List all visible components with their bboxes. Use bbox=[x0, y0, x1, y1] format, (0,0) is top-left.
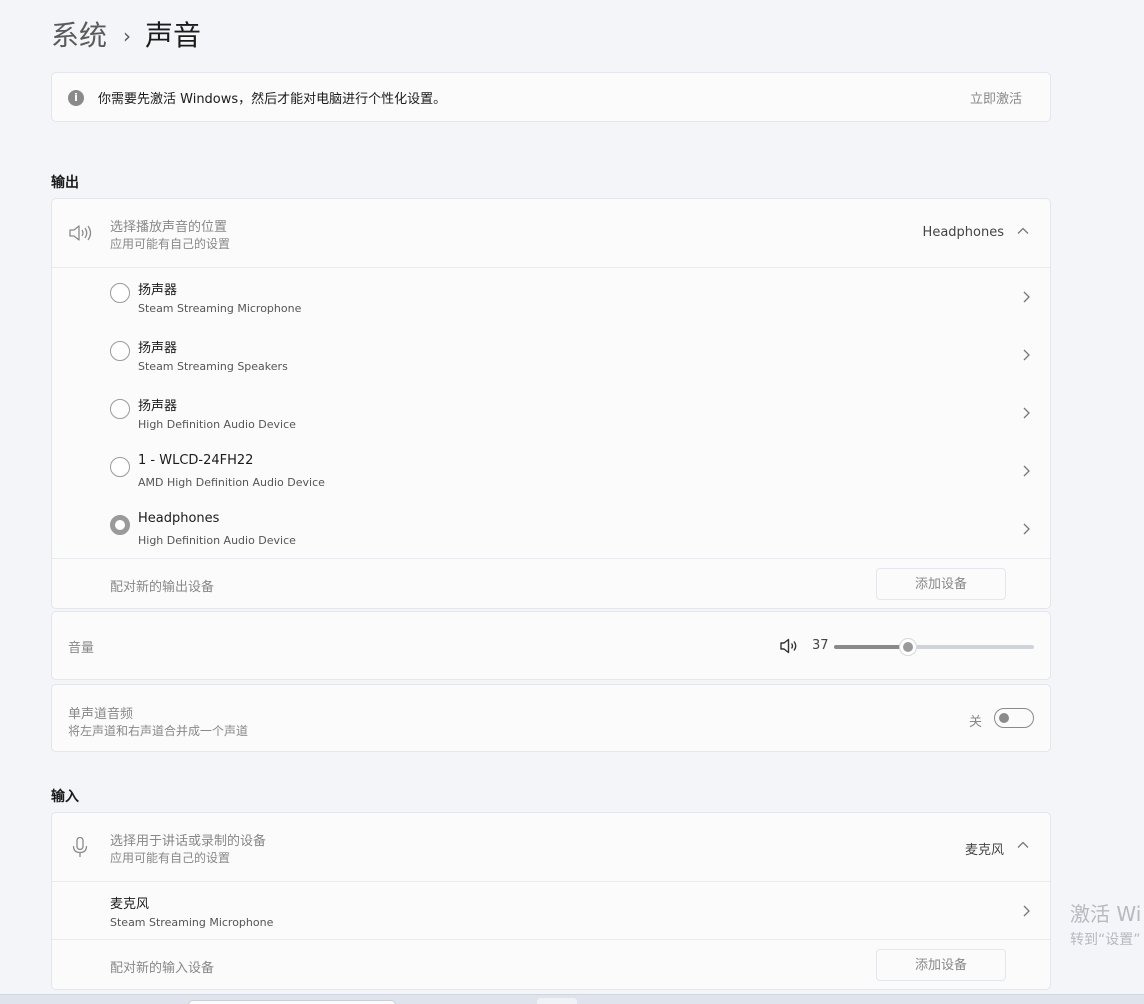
input-selected-device: 麦克风 bbox=[964, 843, 1004, 858]
mono-audio-toggle[interactable] bbox=[994, 708, 1034, 728]
watermark-line1: 激活 Wi bbox=[1070, 902, 1142, 926]
add-input-device-button[interactable]: 添加设备 bbox=[876, 949, 1006, 981]
input-header-title: 选择用于讲话或录制的设备 bbox=[110, 834, 267, 849]
volume-slider-fill bbox=[834, 645, 908, 649]
output-device-item[interactable]: 扬声器 High Definition Audio Device bbox=[52, 384, 1050, 442]
taskbar-search[interactable] bbox=[188, 1000, 396, 1004]
volume-label: 音量 bbox=[68, 641, 95, 656]
mono-audio-title: 单声道音频 bbox=[68, 707, 134, 722]
device-radio[interactable] bbox=[110, 457, 130, 477]
device-name: Headphones bbox=[138, 511, 220, 526]
device-radio[interactable] bbox=[110, 341, 130, 361]
device-radio[interactable] bbox=[110, 399, 130, 419]
toggle-knob bbox=[999, 713, 1009, 723]
output-selected-device: Headphones bbox=[922, 225, 1004, 240]
output-device-header[interactable]: 选择播放声音的位置 应用可能有自己的设置 Headphones bbox=[52, 199, 1050, 267]
volume-slider-thumb[interactable] bbox=[899, 638, 917, 656]
chevron-right-icon[interactable] bbox=[1020, 464, 1032, 478]
chevron-right-icon[interactable] bbox=[1020, 406, 1032, 420]
output-device-card: 选择播放声音的位置 应用可能有自己的设置 Headphones 扬声器 Stea… bbox=[51, 198, 1051, 609]
chevron-up-icon[interactable] bbox=[1016, 838, 1030, 852]
speaker-icon bbox=[69, 225, 92, 241]
pair-input-label: 配对新的输入设备 bbox=[110, 961, 215, 976]
activation-watermark: 激活 Wi 转到“设置” bbox=[1070, 898, 1141, 949]
input-device-header[interactable]: 选择用于讲话或录制的设备 应用可能有自己的设置 麦克风 bbox=[52, 813, 1050, 881]
device-radio[interactable] bbox=[110, 283, 130, 303]
volume-slider[interactable] bbox=[834, 638, 1034, 656]
output-header-subtitle: 应用可能有自己的设置 bbox=[110, 237, 231, 251]
volume-icon[interactable] bbox=[779, 636, 799, 656]
output-device-item[interactable]: 扬声器 Steam Streaming Microphone bbox=[52, 268, 1050, 326]
chevron-right-icon[interactable] bbox=[1020, 290, 1032, 304]
device-name: 1 - WLCD-24FH22 bbox=[138, 453, 254, 468]
chevron-right-icon[interactable] bbox=[1020, 904, 1032, 918]
chevron-up-icon[interactable] bbox=[1016, 224, 1030, 238]
breadcrumb-separator: › bbox=[123, 24, 132, 48]
breadcrumb: 系统 › 声音 bbox=[51, 16, 201, 56]
device-name: 扬声器 bbox=[138, 341, 178, 356]
output-device-item[interactable]: 扬声器 Steam Streaming Speakers bbox=[52, 326, 1050, 384]
breadcrumb-system[interactable]: 系统 bbox=[51, 16, 107, 56]
mono-audio-state: 关 bbox=[968, 715, 982, 730]
device-radio-selected[interactable] bbox=[110, 515, 130, 535]
page-title: 声音 bbox=[145, 19, 202, 52]
output-device-list: 扬声器 Steam Streaming Microphone 扬声器 Steam… bbox=[52, 267, 1050, 558]
volume-value: 37 bbox=[812, 638, 829, 653]
device-name: 扬声器 bbox=[138, 283, 178, 298]
activation-message: 你需要先激活 Windows，然后才能对电脑进行个性化设置。 bbox=[98, 92, 447, 107]
input-device-card: 选择用于讲话或录制的设备 应用可能有自己的设置 麦克风 麦克风 Steam St… bbox=[51, 812, 1051, 990]
chevron-right-icon[interactable] bbox=[1020, 522, 1032, 536]
device-name: 扬声器 bbox=[138, 399, 178, 414]
info-icon: i bbox=[68, 90, 84, 106]
input-section-title: 输入 bbox=[51, 789, 79, 805]
add-output-device-button[interactable]: 添加设备 bbox=[876, 568, 1006, 600]
watermark-line2: 转到“设置” bbox=[1070, 932, 1141, 948]
activation-banner: i 你需要先激活 Windows，然后才能对电脑进行个性化设置。 立即激活 bbox=[51, 72, 1051, 122]
device-description: Steam Streaming Microphone bbox=[138, 302, 302, 315]
device-description: High Definition Audio Device bbox=[138, 418, 296, 431]
input-device-item[interactable]: 麦克风 Steam Streaming Microphone bbox=[52, 881, 1050, 939]
pair-output-row: 配对新的输出设备 添加设备 bbox=[52, 558, 1050, 608]
output-section-title: 输出 bbox=[51, 175, 79, 191]
device-description: Steam Streaming Speakers bbox=[138, 360, 288, 373]
pair-input-row: 配对新的输入设备 添加设备 bbox=[52, 939, 1050, 989]
volume-card: 音量 37 bbox=[51, 611, 1051, 680]
taskbar bbox=[0, 994, 1144, 1004]
sound-settings-page: 系统 › 声音 i 你需要先激活 Windows，然后才能对电脑进行个性化设置。… bbox=[0, 0, 1144, 1004]
device-description: AMD High Definition Audio Device bbox=[138, 476, 325, 489]
output-device-item[interactable]: Headphones High Definition Audio Device bbox=[52, 500, 1050, 558]
chevron-right-icon[interactable] bbox=[1020, 348, 1032, 362]
device-description: Steam Streaming Microphone bbox=[110, 916, 274, 929]
pair-output-label: 配对新的输出设备 bbox=[110, 580, 215, 595]
output-header-title: 选择播放声音的位置 bbox=[110, 220, 228, 235]
device-name: 麦克风 bbox=[110, 897, 150, 912]
microphone-icon bbox=[72, 836, 88, 857]
input-header-subtitle: 应用可能有自己的设置 bbox=[110, 851, 231, 865]
activate-now-button[interactable]: 立即激活 bbox=[970, 88, 1022, 107]
device-description: High Definition Audio Device bbox=[138, 534, 296, 547]
taskbar-app[interactable] bbox=[537, 998, 577, 1004]
output-device-item[interactable]: 1 - WLCD-24FH22 AMD High Definition Audi… bbox=[52, 442, 1050, 500]
mono-audio-subtitle: 将左声道和右声道合并成一个声道 bbox=[68, 724, 249, 738]
mono-audio-card: 单声道音频 将左声道和右声道合并成一个声道 关 bbox=[51, 684, 1051, 752]
